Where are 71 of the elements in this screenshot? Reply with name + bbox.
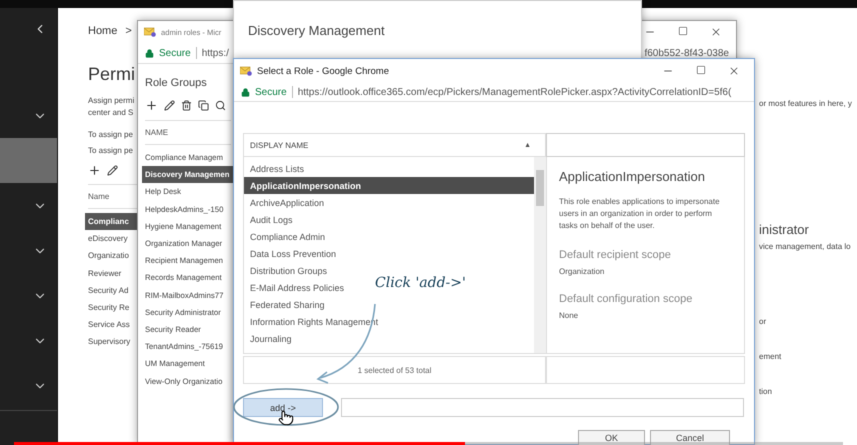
list-item[interactable]: Address Lists xyxy=(250,164,304,174)
page-title: Permi xyxy=(88,63,136,86)
detail-title: inistrator xyxy=(759,222,810,238)
dialog-title: Discovery Management xyxy=(248,23,386,38)
lock-icon xyxy=(241,88,250,96)
list-item[interactable]: Security Re xyxy=(85,298,141,316)
mail-icon xyxy=(240,66,252,76)
lock-icon xyxy=(145,48,154,58)
copy-icon[interactable] xyxy=(198,100,209,110)
list-item[interactable]: Data Loss Prevention xyxy=(250,249,336,260)
list-item[interactable]: Service Ass xyxy=(85,316,141,334)
list-item[interactable]: Reviewer xyxy=(85,264,141,282)
breadcrumb-separator: > xyxy=(125,25,132,39)
maximize-icon[interactable] xyxy=(678,26,688,36)
list-item[interactable]: Federated Sharing xyxy=(250,300,325,310)
add-button[interactable]: add -> xyxy=(243,398,323,417)
section-value: Organization xyxy=(559,267,606,276)
list-item[interactable]: E-Mail Address Policies xyxy=(250,283,344,294)
edit-icon[interactable] xyxy=(164,100,175,110)
close-icon[interactable] xyxy=(710,26,722,38)
section-label: Default configuration scope xyxy=(559,293,694,305)
list-item[interactable]: Distribution Groups xyxy=(250,266,328,276)
list-item[interactable]: Organizatio xyxy=(85,247,141,265)
secure-label: Secure xyxy=(159,48,191,58)
scrollbar[interactable] xyxy=(534,157,546,353)
detail-item: or xyxy=(759,316,768,326)
list-item[interactable]: ArchiveApplication xyxy=(250,198,324,208)
section-label: Default recipient scope xyxy=(559,249,672,261)
detail-item: ement xyxy=(759,352,782,362)
column-header[interactable]: NAME xyxy=(145,128,168,137)
url-text[interactable]: https://outlook.office365.com/ecp/Pickers/ManagementRolePicker.aspx?ActivityCorrelationID=5f6( xyxy=(298,86,732,98)
list-item[interactable]: eDiscovery xyxy=(85,230,141,248)
ok-button[interactable]: OK xyxy=(578,430,645,445)
selected-roles-field[interactable] xyxy=(341,398,744,417)
description-text: center and S xyxy=(88,107,134,119)
list-item[interactable]: Audit Logs xyxy=(250,214,293,225)
add-icon[interactable] xyxy=(145,98,158,112)
list-item[interactable]: Compliance Admin xyxy=(250,232,326,242)
maximize-icon[interactable] xyxy=(696,65,706,75)
detail-text: vice management, data lo xyxy=(759,242,852,252)
url-text[interactable]: https:/ xyxy=(202,48,229,58)
search-icon[interactable] xyxy=(215,100,226,110)
list-item[interactable]: Security Ad xyxy=(85,282,141,299)
column-title: DISPLAY NAME xyxy=(250,140,308,150)
window-title: Select a Role - Google Chrome xyxy=(257,66,390,76)
close-icon[interactable] xyxy=(728,65,740,77)
section-value: None xyxy=(559,311,580,320)
url-text[interactable]: f60b552-8f43-038e xyxy=(644,48,729,58)
cancel-button[interactable]: Cancel xyxy=(650,430,730,445)
note-text: To assign pe xyxy=(88,145,134,157)
add-icon[interactable] xyxy=(88,164,101,176)
hand-cursor-icon xyxy=(278,410,294,426)
detail-item: tion xyxy=(759,386,773,397)
note-text: To assign pe xyxy=(88,129,134,141)
mail-icon xyxy=(144,27,156,37)
delete-icon[interactable] xyxy=(181,100,192,110)
list-item[interactable]: Supervisory xyxy=(85,333,141,350)
description-text: Assign permi xyxy=(88,95,136,107)
secure-label: Secure xyxy=(255,86,287,98)
list-item[interactable]: Journaling xyxy=(250,334,292,344)
detail-title: ApplicationImpersonation xyxy=(559,169,706,184)
list-item[interactable]: ApplicationImpersonation xyxy=(244,177,534,194)
search-field[interactable] xyxy=(546,133,745,157)
description-text: or most features in here, y xyxy=(759,99,853,109)
column-header[interactable]: Name xyxy=(88,192,110,201)
status-text: 1 selected of 53 total xyxy=(243,356,546,384)
edit-icon[interactable] xyxy=(107,164,118,176)
annotation-text: Click 'add->' xyxy=(375,275,466,291)
detail-description: This role enables applications to impersonate users in an organization in order to perform tasks on behalf of the user. xyxy=(559,196,721,232)
breadcrumb-link[interactable]: Home xyxy=(88,25,118,39)
section-heading: Role Groups xyxy=(145,77,208,91)
